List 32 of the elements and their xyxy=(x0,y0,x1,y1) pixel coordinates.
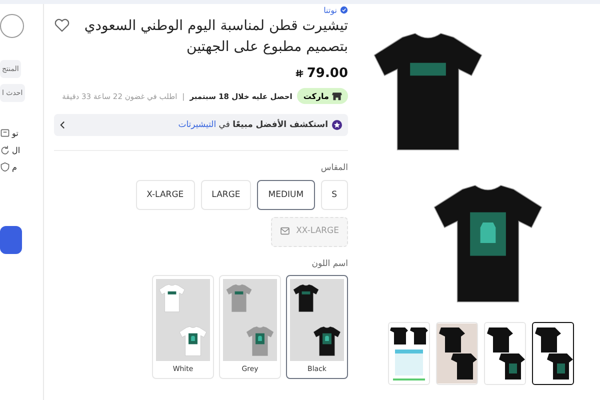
size-option[interactable]: LARGE xyxy=(200,180,252,210)
logo-icon xyxy=(0,14,24,38)
store-icon xyxy=(332,91,342,101)
mail-icon xyxy=(280,227,290,235)
bestseller-text: استكشف الأفضل مبيعًا في التيشيرتات xyxy=(178,120,328,130)
shirt-drawing xyxy=(224,281,254,315)
feature-text: م xyxy=(12,162,17,172)
verified-icon xyxy=(340,6,348,14)
heart-icon[interactable] xyxy=(54,18,70,33)
breadcrumb-link[interactable]: نوتنا xyxy=(324,6,337,14)
colour-label: اسم اللون xyxy=(310,259,348,269)
size-option[interactable]: X-LARGE xyxy=(136,180,195,210)
bestseller-banner[interactable]: استكشف الأفضل مبيعًا في التيشيرتات xyxy=(54,114,348,136)
action-button[interactable] xyxy=(0,226,22,254)
feature-text: ال xyxy=(12,146,20,154)
shirt-drawing xyxy=(157,281,187,315)
shirt-drawing xyxy=(291,281,321,315)
thumbnail[interactable] xyxy=(532,322,574,385)
shield-icon xyxy=(0,162,10,172)
size-option[interactable]: S xyxy=(320,180,348,210)
return-icon xyxy=(0,145,10,155)
product-title: تيشيرت قطن لمناسبة اليوم الوطني السعودي بتصميم مطبوع على الجهتين xyxy=(83,17,348,57)
size-label: المقاس xyxy=(320,163,348,173)
chevron-icon xyxy=(60,121,65,129)
feature-text: تو xyxy=(12,128,18,138)
category-link[interactable]: التيشيرتات xyxy=(178,120,216,130)
shirt-drawing xyxy=(437,323,477,384)
size-option[interactable]: MEDIUM xyxy=(257,180,315,210)
star-icon xyxy=(332,120,342,130)
box-icon xyxy=(0,128,10,138)
market-badge: ماركت xyxy=(297,88,348,104)
price: 79.00 xyxy=(306,66,348,81)
